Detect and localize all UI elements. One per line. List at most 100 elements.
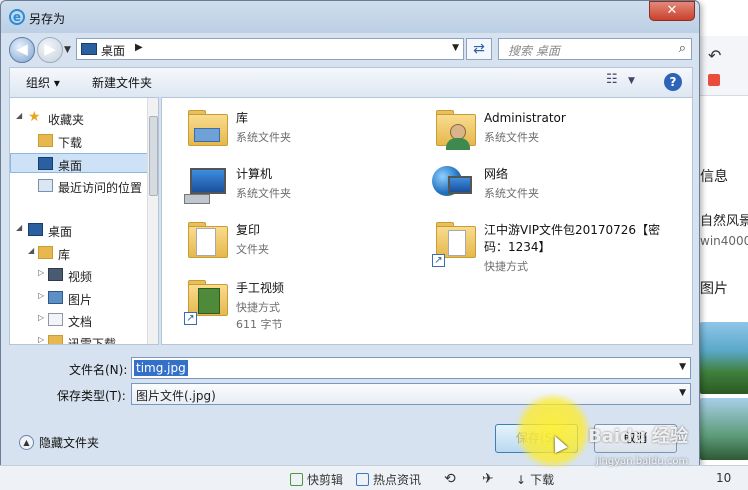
- desktop-icon: [81, 43, 97, 55]
- refresh-button[interactable]: ⇄: [466, 38, 492, 60]
- filename-value[interactable]: timg.jpg: [134, 360, 188, 376]
- filename-dropdown-icon[interactable]: ▼: [679, 362, 686, 372]
- folder-icon: [48, 335, 63, 344]
- file-item-library[interactable]: 库 系统文件夹: [180, 106, 420, 156]
- breadcrumb-arrow-icon[interactable]: ▶: [135, 42, 143, 53]
- file-size: 611 字节: [236, 318, 283, 331]
- status-pin-icon[interactable]: ✈: [482, 471, 494, 487]
- status-hot-news[interactable]: 热点资讯: [356, 471, 421, 488]
- address-location[interactable]: 桌面: [101, 42, 125, 59]
- expand-icon[interactable]: ▷: [38, 291, 44, 300]
- nav-item-library[interactable]: ◢ 库: [10, 243, 148, 263]
- filetype-row: 保存类型(T): 图片文件(.jpg) ▼: [9, 383, 693, 407]
- back-button[interactable]: ◀: [9, 37, 35, 63]
- dialog-title: 另存为: [29, 12, 66, 26]
- expand-icon[interactable]: ▷: [38, 268, 44, 277]
- computer-icon: [180, 162, 230, 212]
- nav-item-desktop-root[interactable]: ◢ 桌面: [10, 220, 148, 240]
- filename-input[interactable]: timg.jpg ▼: [131, 357, 691, 379]
- file-item-handmade-video[interactable]: ↗ 手工视频 快捷方式 611 字节: [180, 276, 420, 336]
- recent-pages-dropdown[interactable]: ▼: [64, 45, 71, 55]
- news-icon: [356, 473, 369, 486]
- download-folder-icon: [38, 134, 53, 147]
- expand-icon[interactable]: ▷: [38, 313, 44, 322]
- status-download[interactable]: ↓ 下载: [516, 471, 554, 488]
- nav-item-thunder-downloads[interactable]: ▷ 迅雷下载: [10, 332, 148, 345]
- view-options-icon[interactable]: ☷: [606, 72, 618, 87]
- nav-item-documents[interactable]: ▷ 文档: [10, 310, 148, 330]
- save-button[interactable]: 保存(S): [495, 424, 578, 453]
- file-desc: 系统文件夹: [484, 131, 539, 144]
- file-name: 复印: [236, 223, 261, 237]
- bg-text-info: 信息: [700, 169, 728, 185]
- bg-text-pictures: 图片: [700, 281, 728, 297]
- file-name: 江中游VIP文件包20170726【密码：1234】: [484, 223, 661, 254]
- nav-item-favorites[interactable]: ◢ ★ 收藏夹: [10, 108, 148, 128]
- baidu-watermark: Baidu 经验: [588, 426, 689, 447]
- view-dropdown-icon[interactable]: ▼: [628, 76, 635, 86]
- status-quick-edit[interactable]: 快剪辑: [290, 471, 343, 488]
- file-item-copy-folder[interactable]: 复印 文件夹: [180, 218, 420, 268]
- bg-thumbnail-1[interactable]: [700, 322, 748, 394]
- folder-icon: [180, 218, 230, 268]
- nav-item-label: 最近访问的位置: [58, 181, 143, 195]
- file-desc: 系统文件夹: [484, 187, 539, 200]
- nav-item-pictures[interactable]: ▷ 图片: [10, 288, 148, 308]
- nav-item-recent[interactable]: 最近访问的位置: [10, 176, 148, 196]
- collapse-icon[interactable]: ◢: [28, 246, 34, 255]
- file-item-administrator[interactable]: Administrator 系统文件夹: [428, 106, 668, 156]
- help-icon[interactable]: ?: [664, 73, 682, 91]
- filetype-select[interactable]: 图片文件(.jpg) ▼: [131, 383, 691, 405]
- file-desc: 快捷方式: [484, 260, 528, 273]
- expand-icon[interactable]: ▷: [38, 335, 44, 344]
- search-input[interactable]: 搜索 桌面 ⌕: [498, 38, 692, 60]
- status-history-icon[interactable]: ⟲: [444, 471, 456, 487]
- collapse-icon[interactable]: ◢: [16, 111, 22, 120]
- network-icon: [428, 162, 478, 212]
- nav-item-label: 库: [58, 248, 71, 262]
- address-row: ◀ ▶ ▼ 桌面 ▶ ▼ ⇄ 搜索 桌面 ⌕: [1, 33, 699, 67]
- search-icon[interactable]: ⌕: [679, 41, 686, 56]
- file-desc: 快捷方式: [236, 301, 280, 314]
- nav-item-videos[interactable]: ▷ 视频: [10, 265, 148, 285]
- organize-button[interactable]: 组织 ▾: [26, 74, 60, 91]
- nav-scrollbar[interactable]: [147, 98, 158, 344]
- nav-item-label: 桌面: [58, 159, 83, 173]
- undo-icon: ↶: [708, 46, 722, 65]
- file-item-computer[interactable]: 计算机 系统文件夹: [180, 162, 420, 212]
- address-bar[interactable]: 桌面 ▶ ▼: [76, 38, 464, 60]
- nav-item-label: 迅雷下载: [68, 337, 117, 345]
- filename-row: 文件名(N): timg.jpg ▼: [9, 357, 693, 381]
- file-desc: 系统文件夹: [236, 131, 291, 144]
- hide-folders-toggle[interactable]: ▲ 隐藏文件夹: [19, 434, 99, 451]
- file-item-network[interactable]: 网络 系统文件夹: [428, 162, 668, 212]
- close-button[interactable]: ✕: [649, 1, 695, 21]
- status-label: 快剪辑: [307, 473, 344, 487]
- ie-icon: e: [9, 9, 25, 25]
- status-zoom[interactable]: 10: [716, 471, 731, 485]
- library-folder-icon: [180, 106, 230, 156]
- nav-item-downloads[interactable]: 下载: [10, 131, 148, 151]
- file-list: 库 系统文件夹 Administrator 系统文件夹 计算机 系统文件夹 网络…: [161, 97, 693, 345]
- collapse-up-icon: ▲: [19, 435, 34, 450]
- filename-label: 文件名(N):: [69, 363, 128, 377]
- new-folder-button[interactable]: 新建文件夹: [92, 74, 152, 91]
- bg-thumbnail-2[interactable]: [700, 398, 748, 460]
- hide-folders-label: 隐藏文件夹: [39, 436, 100, 450]
- desktop-icon: [38, 157, 53, 170]
- file-name: 计算机: [236, 167, 273, 181]
- toolbar: 组织 ▾ 新建文件夹 ☷ ▼ ?: [9, 67, 693, 97]
- nav-scrollbar-thumb[interactable]: [149, 116, 158, 196]
- bg-text-scenery: 自然风景: [700, 214, 748, 229]
- forward-button[interactable]: ▶: [37, 37, 63, 63]
- status-label: 热点资讯: [373, 473, 422, 487]
- collapse-icon[interactable]: ◢: [16, 223, 22, 232]
- file-item-vip-package[interactable]: ↗ 江中游VIP文件包20170726【密码：1234】 快捷方式: [428, 218, 668, 273]
- download-icon: ↓: [516, 472, 527, 487]
- file-desc: 系统文件夹: [236, 187, 291, 200]
- file-name: 网络: [484, 167, 509, 181]
- filetype-dropdown-icon[interactable]: ▼: [679, 388, 686, 398]
- nav-item-desktop[interactable]: 桌面: [10, 153, 148, 173]
- navigation-pane: ◢ ★ 收藏夹 下载 桌面 最近访问的位置 ◢ 桌面 ◢ 库 ▷ 视频 ▷ 图片…: [9, 97, 159, 345]
- address-dropdown-icon[interactable]: ▼: [452, 43, 459, 53]
